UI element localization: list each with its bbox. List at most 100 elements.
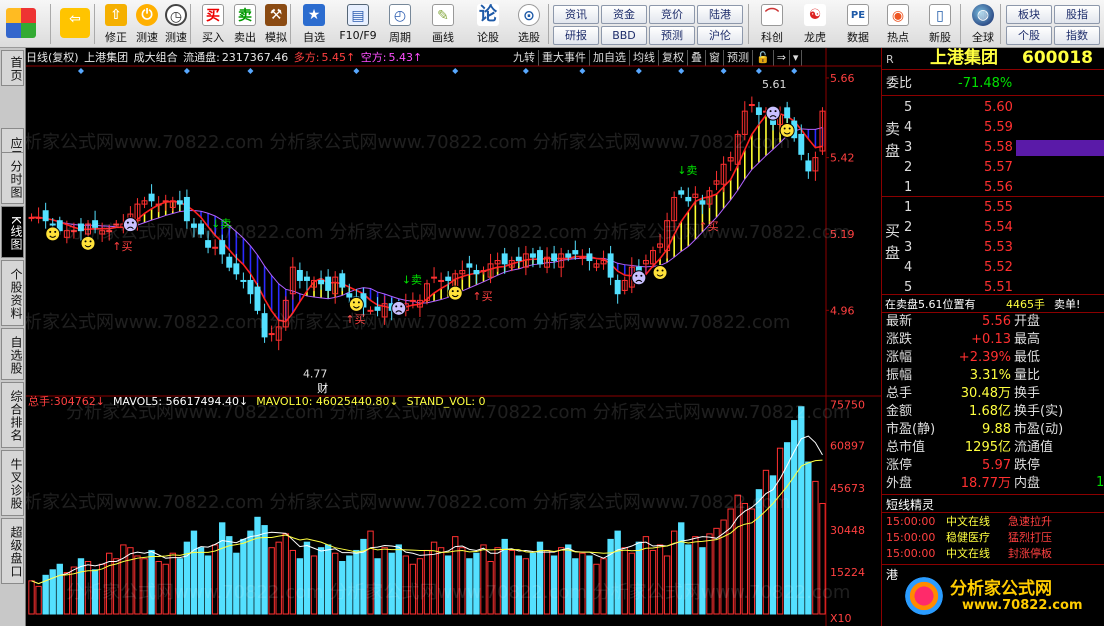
toolbar-button-app-menu[interactable] [3,2,39,46]
sell-level-price: 5.58 [984,140,1013,155]
toolbar-button-new-stock[interactable]: ▯ 新股 [922,2,958,46]
toolbar-text-button[interactable]: 资讯 [553,5,599,24]
candle-body [473,269,480,275]
candle-body [438,279,445,282]
toolbar-button-period[interactable]: ◴ 周期 [382,2,418,46]
ma-slow-line [31,126,823,304]
toolbar-text-button[interactable]: 预测 [649,26,695,45]
short-line-stock: 中文在线 [946,547,990,560]
volume-bar [459,547,466,615]
buy-level-row[interactable]: 3 5.53 [882,238,1104,257]
toolbar-button-hot[interactable]: ◉ 热点 [880,2,916,46]
stat-label: 外盘 [886,476,913,491]
sell-level-number: 2 [904,160,913,175]
toolbar-text-button[interactable]: 资金 [601,5,647,24]
left-tab-7[interactable]: 牛叉诊股 [1,450,24,516]
volume-bar [635,541,643,615]
candle-body [247,279,254,295]
event-marker [247,68,254,74]
kechuang-icon: ⌒ [761,4,783,26]
toolbar-button-hammer[interactable]: ⚒ 模拟 [258,2,294,46]
toolbar-text-button[interactable]: 沪伦 [697,26,743,45]
stat-label: 市盈(静) [886,422,936,437]
candle-body [515,256,522,262]
toolbar-button-kechuang[interactable]: ⌒ 科创 [754,2,790,46]
stat-right-label: 最高 [1014,332,1041,347]
toolbar-text-button[interactable]: 个股 [1006,26,1052,45]
candle-body [212,246,219,249]
sell-level-row[interactable]: 2 5.57 [882,158,1104,177]
toolbar-button-data[interactable]: PE 数据 [840,2,876,46]
volume-bar [621,547,628,615]
candle-body [374,306,381,311]
toolbar-button-globe[interactable]: ◍ 全球 [965,2,1001,46]
left-tab-0[interactable]: 首页 [1,50,24,86]
left-tab-2[interactable]: 分时图 [1,152,24,204]
candle-body [501,253,508,265]
left-tab-bar: 首页 应用 分时图 K线图 个股资料 自选股 综合排名 牛叉诊股 超级盘口 [0,48,26,626]
watermark-text: 分析家公式网www.70822.com 分析家公式网www.70822.com … [66,222,850,243]
toolbar-text-button[interactable]: 研报 [553,26,599,45]
select-stock-icon: ⊙ [518,4,540,26]
toolbar-button-label: 周期 [389,31,411,44]
toolbar-button-back-arrow[interactable]: ⇦ [57,2,93,46]
volume-bar [656,544,664,615]
toolbar-separator [548,4,549,44]
toolbar-button-clock[interactable]: ◷ 测速 [158,2,194,46]
candle-body [748,104,755,107]
short-line-item[interactable]: 15:00:00 中文在线 封涨停板 [882,546,1104,562]
event-marker [678,68,685,74]
stat-right-label: 跌停 [1014,458,1041,473]
price-tick-label: 4.96 [830,304,855,317]
volume-bar [437,547,445,615]
buy-level-row[interactable]: 2 5.54 [882,218,1104,237]
toolbar-button-dragon[interactable]: ☯ 龙虎 [797,2,833,46]
toolbar-button-discuss[interactable]: 论论股 [470,2,506,46]
toolbar-button-f10[interactable]: ▤ F10/F9 [336,2,380,46]
toolbar-text-button[interactable]: 板块 [1006,5,1052,24]
left-tab-5[interactable]: 自选股 [1,328,24,380]
toolbar-button-buy[interactable]: 买买入 [195,2,231,46]
toolbar-text-button[interactable]: BBD [601,26,647,45]
toolbar-text-button[interactable]: 股指 [1054,5,1100,24]
happy-face-icon [447,285,463,301]
toolbar-button-star[interactable]: ★ 自选 [296,2,332,46]
candle-body [162,200,169,203]
buy-level-row[interactable]: 1 5.55 [882,198,1104,217]
candle-body [254,286,261,311]
candle-body [635,266,642,271]
bottom-tab[interactable]: 港 [886,566,898,583]
short-line-item[interactable]: 15:00:00 中文在线 急速拉升 [882,514,1104,530]
period-icon: ◴ [389,4,411,26]
sell-level-row[interactable]: 1 5.56 [882,178,1104,197]
sell-level-row[interactable]: 4 5.59 [882,118,1104,137]
buy-level-row[interactable]: 4 5.52 [882,258,1104,277]
candle-body [551,253,558,262]
left-tab-3[interactable]: K线图 [1,206,24,258]
toolbar-text-button[interactable]: 陆港 [697,5,743,24]
stat-row: 涨跌 +0.13 最高 [882,331,1104,349]
sell-level-row[interactable]: 5 5.60 [882,98,1104,117]
short-line-event: 猛烈打压 [1008,531,1052,544]
stat-label: 金额 [886,404,913,419]
speed-icon: ⏻ [136,4,158,26]
toolbar-button-select-stock[interactable]: ⊙ 选股 [511,2,547,46]
toolbar-text-button[interactable]: 竞价 [649,5,695,24]
short-line-time: 15:00:00 [886,547,936,560]
candle-body [233,263,240,275]
stat-value: +0.13 [971,332,1011,347]
left-tab-4[interactable]: 个股资料 [1,260,24,326]
kline-chart[interactable]: 5.665.425.194.965.614.77财↓卖↑买↓卖↑买↑买↓卖↑买总… [26,48,881,626]
stat-label: 涨停 [886,458,913,473]
sell-level-row[interactable]: 3 5.58 [882,138,1104,157]
left-tab-6[interactable]: 综合排名 [1,382,24,448]
event-marker [791,68,798,74]
volume-bar [317,547,325,615]
short-line-item[interactable]: 15:00:00 稳健医疗 猛烈打压 [882,530,1104,546]
toolbar-text-button[interactable]: 指数 [1054,26,1100,45]
left-tab-8[interactable]: 超级盘口 [1,518,24,584]
candle-body [685,196,692,202]
chart-annotation: 财 [317,381,328,395]
buy-level-price: 5.55 [984,200,1013,215]
toolbar-button-pencil[interactable]: ✎ 画线 [425,2,461,46]
